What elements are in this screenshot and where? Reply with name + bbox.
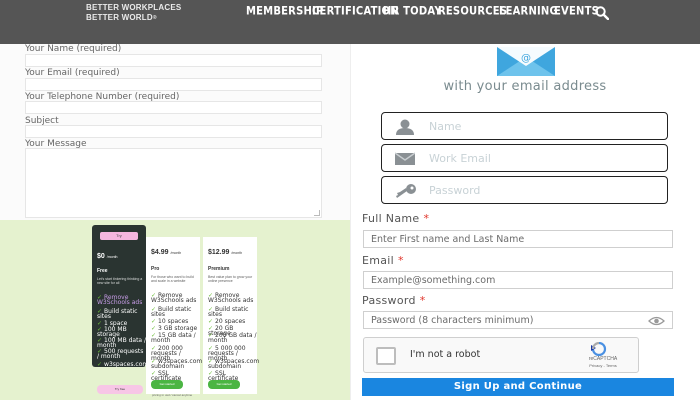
password-placeholder: Password: [429, 184, 481, 197]
telephone-field[interactable]: [25, 101, 322, 114]
nav-link-resources[interactable]: RESOURCES: [438, 5, 507, 18]
premium-feature: ✓ Build static sites: [208, 306, 249, 318]
pro-feature: ✓ 3 GB storage: [151, 325, 198, 332]
envelope-icon: @: [497, 47, 555, 76]
recaptcha-widget: I'm not a robot reCAPTCHA Privacy - Term…: [363, 337, 639, 373]
email-label: Your Email (required): [25, 68, 120, 78]
work-email-placeholder: Work Email: [429, 152, 491, 165]
pricing-card-premium: $12.99/month Premium Best value plan to …: [203, 237, 260, 394]
free-per: /month: [106, 255, 118, 259]
full-name-placeholder: Enter First name and Last Name: [371, 234, 525, 245]
pricing-note: pricing in usd / cancel anytime: [152, 393, 193, 397]
eye-icon[interactable]: [648, 316, 665, 326]
free-feature: ✓ w3spaces.com: [97, 361, 149, 368]
free-feature: ✓ Build static sites: [97, 308, 138, 320]
email-field[interactable]: [25, 78, 322, 91]
premium-price: $12.99: [208, 249, 230, 256]
name-placeholder: Name: [429, 120, 462, 133]
premium-per: /month: [231, 251, 243, 255]
subject-field[interactable]: [25, 125, 322, 138]
free-feature: ✓ 500 requests / month: [97, 348, 144, 360]
message-textarea[interactable]: [25, 148, 322, 218]
full-name-input[interactable]: Enter First name and Last Name: [363, 230, 673, 248]
nav-link-events[interactable]: EVENTS: [554, 5, 599, 18]
premium-get-started-button[interactable]: Get started: [208, 380, 240, 389]
pro-per: /month: [170, 251, 182, 255]
free-price: $0: [97, 253, 105, 260]
pro-price: $4.99: [151, 249, 169, 256]
name-field[interactable]: [25, 54, 322, 67]
brand-line-2: BETTER WORLD: [86, 13, 153, 22]
free-feature: ✓ Remove W3Schools ads: [97, 294, 143, 306]
email-signup-heading: with your email address: [443, 79, 607, 94]
pro-get-started-button[interactable]: Get started: [151, 380, 183, 389]
premium-plan-name: Premium: [208, 266, 230, 272]
mail-icon: [395, 152, 415, 165]
pricing-card-free: Try $0/month Free Let's start tinkering …: [92, 225, 149, 368]
recaptcha-links[interactable]: Privacy - Terms: [577, 363, 629, 368]
free-feature: ✓ 100 MB storage: [97, 326, 127, 338]
pro-feature: ✓ 15 GB data / month: [151, 332, 196, 344]
not-a-robot-checkbox[interactable]: [376, 347, 396, 365]
brand-line-1: BETTER WORKPLACES: [86, 3, 182, 12]
nav-link-hr-today[interactable]: HR TODAY: [383, 5, 442, 18]
user-icon: [396, 119, 414, 135]
free-plan-name: Free: [97, 268, 108, 274]
pro-feature: ✓ 10 spaces: [151, 318, 189, 325]
premium-feature: ✓ 20 spaces: [208, 318, 246, 325]
brand-logo[interactable]: BETTER WORKPLACES BETTER WORLD®: [86, 3, 181, 23]
pro-feature: ✓ w3spaces.com subdomain: [151, 358, 203, 370]
name-label: Your Name (required): [25, 44, 122, 54]
recaptcha-logo-icon: [591, 342, 607, 356]
pro-feature: ✓ Build static sites: [151, 306, 192, 318]
sign-up-button[interactable]: Sign Up and Continue: [362, 378, 674, 396]
free-feature: ✓ 100 MB data / month: [97, 337, 147, 349]
top-navigation-bar: BETTER WORKPLACES BETTER WORLD® MEMBERSH…: [0, 0, 700, 44]
pro-plan-name: Pro: [151, 266, 160, 272]
name-input[interactable]: Name: [381, 112, 668, 140]
premium-feature: ✓ 200 GB data / month: [208, 332, 257, 344]
email-label: Email *: [362, 254, 404, 267]
nav-link-learning[interactable]: LEARNING: [499, 5, 558, 18]
pricing-card-pro: $4.99/month Pro For those who want to bu…: [146, 237, 203, 394]
contact-form: Your Name (required) Your Email (require…: [0, 44, 350, 220]
premium-plan-desc: Best value plan to grow your online pres…: [208, 275, 253, 283]
column-divider: [350, 44, 351, 400]
email-placeholder: Example@something.com: [371, 275, 496, 286]
premium-feature: ✓ w3spaces.com subdomain: [208, 358, 260, 370]
full-name-label: Full Name *: [362, 212, 430, 225]
svg-text:@: @: [521, 53, 531, 64]
brand-mark: ®: [152, 15, 157, 21]
work-email-input[interactable]: Work Email: [381, 144, 668, 172]
password-label: Password *: [362, 294, 426, 307]
premium-feature: ✓ Remove W3Schools ads: [208, 292, 254, 304]
password-input[interactable]: Password: [381, 176, 668, 204]
search-icon[interactable]: [595, 6, 609, 20]
pro-feature: ✓ Remove W3Schools ads: [151, 292, 197, 304]
recaptcha-brand: reCAPTCHA: [588, 356, 618, 362]
pro-plan-desc: For those who want to build and scale in…: [151, 275, 194, 283]
not-a-robot-label: I'm not a robot: [410, 349, 481, 360]
try-free-button[interactable]: Try free: [97, 385, 143, 394]
resize-handle-icon[interactable]: [314, 210, 320, 216]
free-plan-desc: Let's start tinkering thinking a new sit…: [97, 277, 143, 285]
password-field[interactable]: Password (8 characters minimum): [363, 311, 673, 329]
pricing-section: Try $0/month Free Let's start tinkering …: [0, 220, 350, 400]
free-badge: Try: [100, 232, 138, 240]
password-field-placeholder: Password (8 characters minimum): [371, 315, 534, 326]
email-input[interactable]: Example@something.com: [363, 271, 673, 289]
key-icon: [396, 184, 416, 198]
